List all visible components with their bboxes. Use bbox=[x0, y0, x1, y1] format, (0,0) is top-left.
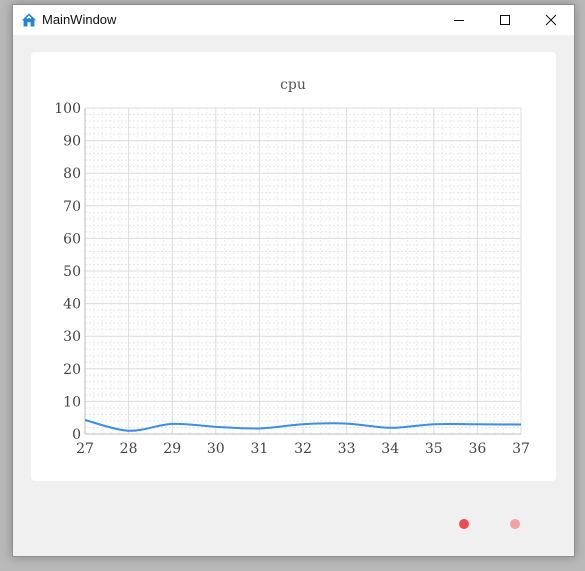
x-tick-label: 36 bbox=[468, 441, 486, 457]
close-button[interactable] bbox=[528, 5, 574, 35]
y-tick-label: 70 bbox=[63, 199, 81, 215]
window-title: MainWindow bbox=[42, 12, 117, 27]
x-tick-label: 37 bbox=[512, 441, 530, 457]
maximize-button[interactable] bbox=[482, 5, 528, 35]
x-tick-label: 32 bbox=[294, 441, 312, 457]
y-tick-label: 10 bbox=[63, 394, 81, 410]
major-grid bbox=[84, 107, 522, 435]
x-tick-label: 34 bbox=[381, 441, 399, 457]
y-tick-label: 90 bbox=[63, 134, 81, 150]
y-tick-label: 60 bbox=[63, 231, 81, 247]
status-dot-pink bbox=[510, 519, 520, 529]
chart-card: 0 10 20 30 40 50 60 70 80 90 100 27 28 29 30 31 32 33 34 35… bbox=[31, 52, 556, 481]
x-tick-label: 31 bbox=[250, 441, 268, 457]
y-tick-label: 40 bbox=[63, 297, 81, 313]
y-tick-label: 100 bbox=[54, 101, 81, 117]
main-window: MainWindow 0 10 20 30 40 50 60 70 80 90 100 27 28 29 3… bbox=[12, 4, 575, 557]
y-tick-label: 80 bbox=[63, 166, 81, 182]
cpu-chart: 010203040506070809010027 28 29 30 31 32 33 34 35… bbox=[54, 77, 530, 457]
maximize-icon bbox=[500, 15, 510, 25]
tick-labels: 010203040506070809010027 28 29 30 31 32 33 34 35… bbox=[54, 101, 530, 457]
close-icon bbox=[545, 14, 557, 26]
y-tick-label: 30 bbox=[63, 329, 81, 345]
home-icon bbox=[21, 13, 37, 27]
minimize-icon bbox=[454, 20, 464, 21]
chart-title: cpu bbox=[280, 77, 306, 93]
title-bar[interactable]: MainWindow bbox=[13, 5, 574, 35]
y-tick-label: 20 bbox=[63, 362, 81, 378]
x-tick-label: 30 bbox=[207, 441, 225, 457]
x-tick-label: 28 bbox=[120, 441, 138, 457]
minimize-button[interactable] bbox=[436, 5, 482, 35]
x-tick-label: 27 bbox=[76, 441, 94, 457]
x-tick-label: 33 bbox=[338, 441, 356, 457]
status-dot-red bbox=[459, 519, 469, 529]
x-tick-label: 35 bbox=[425, 441, 443, 457]
x-tick-label: 29 bbox=[163, 441, 181, 457]
y-tick-label: 50 bbox=[63, 264, 81, 280]
